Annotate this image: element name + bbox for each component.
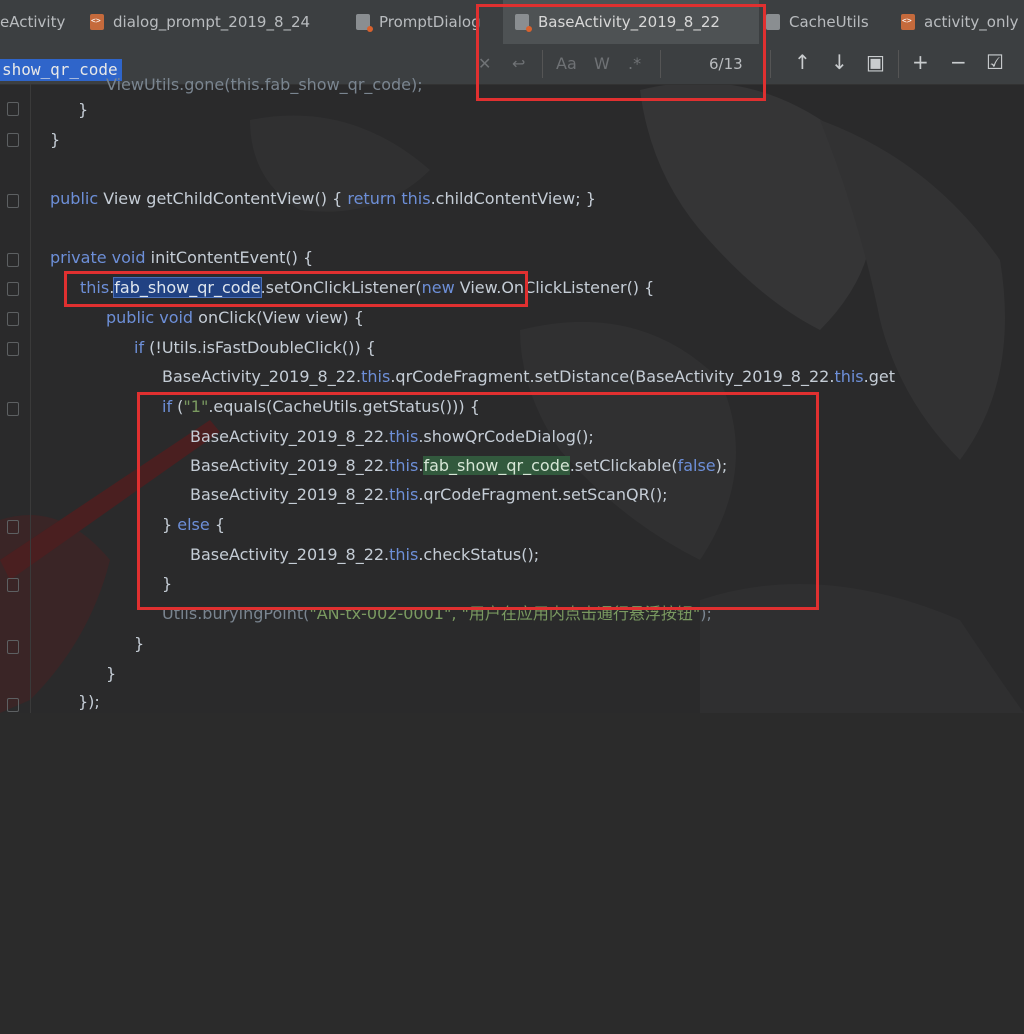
- fold-marker-icon[interactable]: [7, 698, 19, 712]
- tab-activity[interactable]: eActivity: [0, 0, 73, 44]
- tab-label: PromptDialog: [379, 13, 481, 31]
- remove-selection-icon[interactable]: −: [950, 50, 967, 74]
- fold-marker-icon[interactable]: [7, 402, 19, 416]
- fold-marker-icon[interactable]: [7, 640, 19, 654]
- code-line: public View getChildContentView() { retu…: [50, 189, 596, 208]
- find-in-window-icon[interactable]: ▣: [866, 50, 885, 74]
- fold-marker-icon[interactable]: [7, 133, 19, 147]
- tab-activity-only[interactable]: activity_only: [901, 0, 1019, 44]
- code-line: BaseActivity_2019_8_22.this.qrCodeFragme…: [162, 367, 895, 386]
- code-line: private void initContentEvent() {: [50, 248, 314, 267]
- tab-dialog-prompt[interactable]: dialog_prompt_2019_8_24: [90, 0, 310, 44]
- tab-label: eActivity: [0, 13, 66, 31]
- code-line: public void onClick(View view) {: [106, 308, 364, 327]
- next-occurrence-icon[interactable]: ↓: [831, 50, 848, 74]
- tab-label: CacheUtils: [789, 13, 869, 31]
- fold-marker-icon[interactable]: [7, 520, 19, 534]
- fold-marker-icon[interactable]: [7, 194, 19, 208]
- xml-file-icon: [90, 14, 104, 30]
- divider: [770, 50, 771, 78]
- fold-marker-icon[interactable]: [7, 312, 19, 326]
- tab-cache-utils[interactable]: CacheUtils: [766, 0, 869, 44]
- tab-label: activity_only: [924, 13, 1019, 31]
- annotation-box-tab-and-count: [476, 4, 766, 101]
- fold-marker-icon[interactable]: [7, 102, 19, 116]
- tab-label: dialog_prompt_2019_8_24: [113, 13, 311, 31]
- add-selection-icon[interactable]: +: [912, 50, 929, 74]
- java-file-icon: [356, 14, 373, 32]
- code-line: }: [50, 130, 61, 149]
- fold-marker-icon[interactable]: [7, 253, 19, 267]
- code-line: }: [134, 634, 145, 653]
- code-line: }: [106, 664, 117, 683]
- xml-file-icon: [901, 14, 915, 30]
- code-line: if (!Utils.isFastDoubleClick()) {: [134, 338, 376, 357]
- fold-marker-icon[interactable]: [7, 282, 19, 296]
- class-file-icon: [766, 14, 780, 30]
- select-all-occurrences-icon[interactable]: ☑: [986, 50, 1004, 74]
- tab-prompt-dialog[interactable]: PromptDialog: [356, 0, 481, 44]
- find-query: show_qr_code: [0, 59, 122, 81]
- annotation-box-if-block: [137, 392, 819, 610]
- fold-marker-icon[interactable]: [7, 342, 19, 356]
- previous-occurrence-icon[interactable]: ↑: [794, 50, 811, 74]
- code-line: ViewUtils.gone(this.fab_show_qr_code);: [106, 75, 423, 94]
- code-line: }: [78, 100, 89, 119]
- fold-marker-icon[interactable]: [7, 578, 19, 592]
- annotation-box-listener-line: [64, 271, 528, 307]
- divider: [898, 50, 899, 78]
